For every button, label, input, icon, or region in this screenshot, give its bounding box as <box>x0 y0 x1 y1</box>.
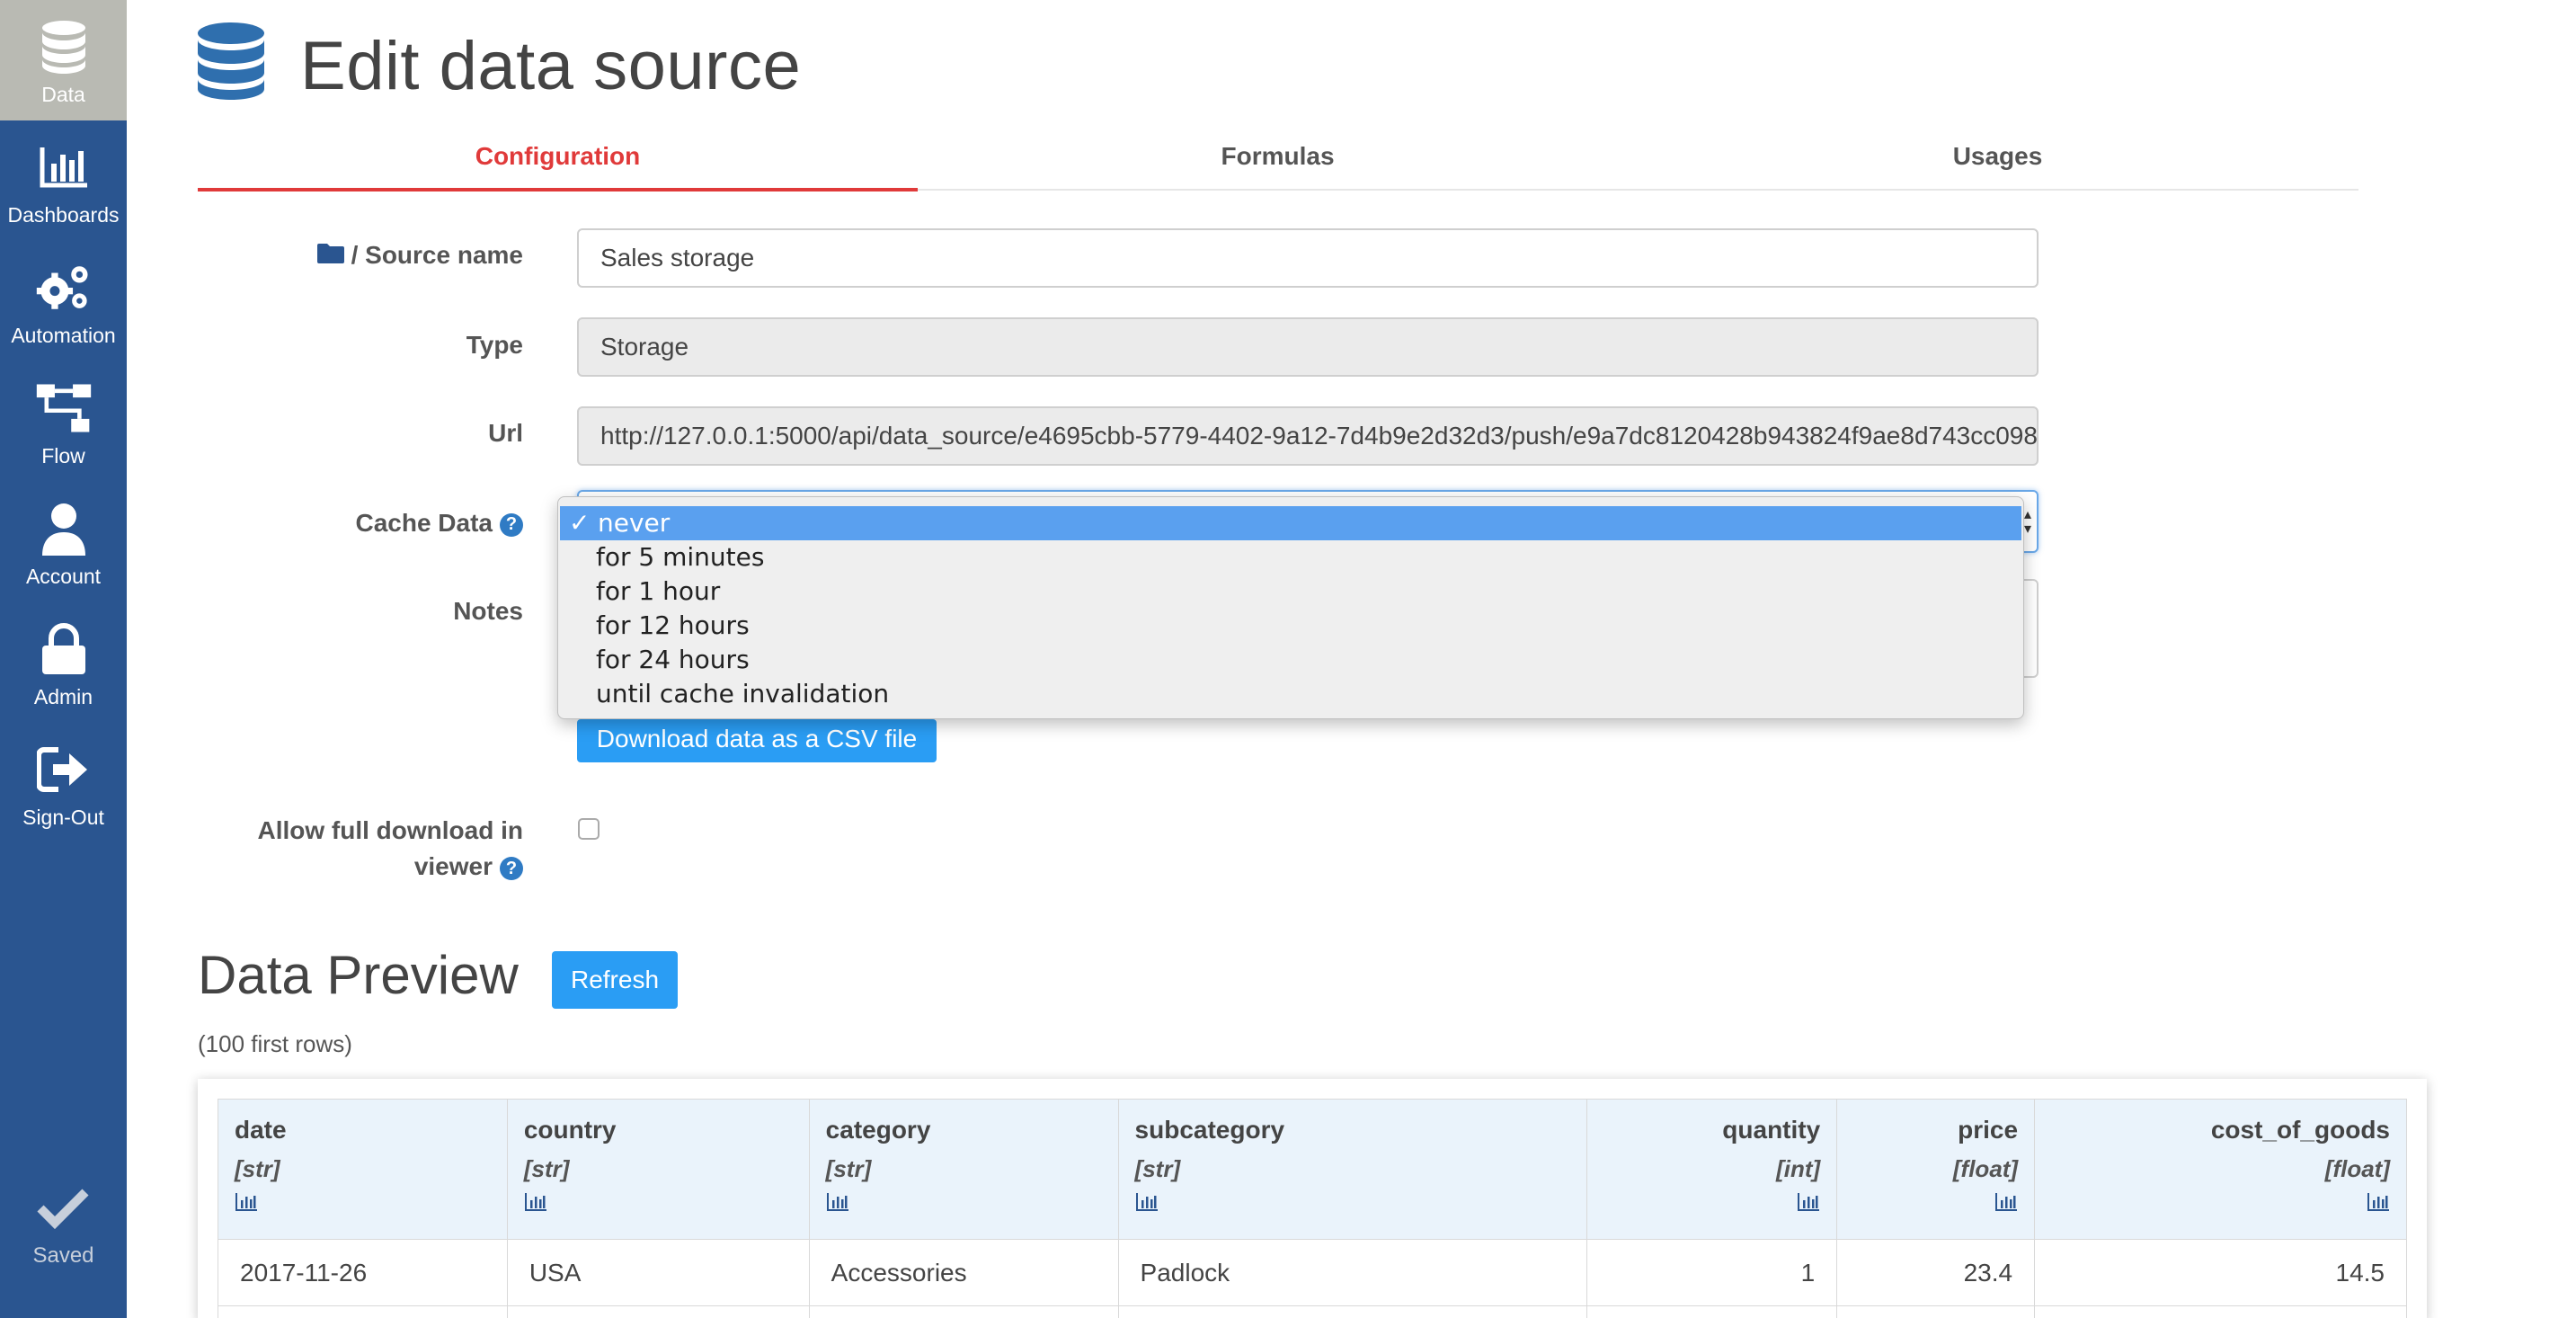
check-icon <box>36 1189 91 1233</box>
database-icon <box>35 18 93 76</box>
data-preview-title: Data Preview <box>198 945 519 1005</box>
tab-configuration[interactable]: Configuration <box>198 126 918 191</box>
dropdown-option[interactable]: for 5 minutes <box>558 540 2023 574</box>
bar-chart-icon[interactable] <box>1994 1192 2018 1212</box>
dropdown-option[interactable]: for 12 hours <box>558 609 2023 643</box>
gears-icon <box>35 259 93 316</box>
dropdown-option[interactable]: for 1 hour <box>558 574 2023 609</box>
download-csv-button[interactable]: Download data as a CSV file <box>577 719 937 762</box>
table-cell <box>1586 1305 1838 1318</box>
table-cell: 2017-11-26 <box>218 1239 508 1306</box>
table-header-row: date [str] country [str] category [str] sub… <box>218 1099 2407 1240</box>
nav-account[interactable]: Account <box>0 482 127 602</box>
column-header: cost_of_goods [float] <box>2034 1099 2407 1240</box>
bar-chart-icon[interactable] <box>2367 1192 2390 1212</box>
data-preview-table: date [str] country [str] category [str] sub… <box>218 1099 2407 1318</box>
nav-label: Sign-Out <box>22 806 104 829</box>
bar-chart-icon[interactable] <box>1797 1192 1820 1212</box>
table-cell <box>808 1305 1119 1318</box>
source-name-input[interactable]: Sales storage <box>577 228 2039 288</box>
nav-flow[interactable]: Flow <box>0 361 127 482</box>
user-icon <box>35 500 93 557</box>
lock-icon <box>35 620 93 678</box>
bar-chart-icon <box>35 138 93 196</box>
column-header: quantity [int] <box>1586 1099 1838 1240</box>
table-row <box>218 1305 2407 1318</box>
check-icon: ✓ <box>569 508 591 538</box>
tab-bar: Configuration Formulas Usages <box>198 126 2358 191</box>
table-cell: Accessories <box>808 1239 1119 1306</box>
database-icon <box>196 22 266 101</box>
nav-sign-out[interactable]: Sign-Out <box>0 723 127 843</box>
select-arrows-icon: ▴ ▾ <box>2023 507 2031 537</box>
column-header: price [float] <box>1836 1099 2036 1240</box>
bar-chart-icon[interactable] <box>1135 1192 1159 1212</box>
bar-chart-icon[interactable] <box>235 1192 258 1212</box>
nav-label: Dashboards <box>7 203 120 227</box>
page-title: Edit data source <box>300 28 802 104</box>
column-header: category [str] <box>808 1099 1119 1240</box>
type-field: Storage <box>577 317 2039 377</box>
tab-formulas[interactable]: Formulas <box>918 126 1638 189</box>
allow-download-label: Allow full download in viewer? <box>257 816 523 880</box>
sidebar: Data Dashboards Automation Flow Account … <box>0 0 127 1318</box>
url-label: Url <box>488 419 523 447</box>
saved-status: Saved <box>0 1187 127 1269</box>
bar-chart-icon[interactable] <box>524 1192 547 1212</box>
data-preview-table-container: date [str] country [str] category [str] sub… <box>198 1079 2427 1318</box>
nav-label: Account <box>25 565 102 588</box>
dropdown-option[interactable]: until cache invalidation <box>558 677 2023 711</box>
table-cell: USA <box>506 1239 810 1306</box>
dropdown-option[interactable]: for 24 hours <box>558 643 2023 677</box>
cache-data-label: Cache Data? <box>355 509 523 538</box>
table-cell <box>1836 1305 2036 1318</box>
nav-label: Automation <box>11 324 116 347</box>
allow-download-checkbox[interactable] <box>578 818 600 840</box>
type-label: Type <box>466 331 523 359</box>
table-cell: Padlock <box>1117 1239 1588 1306</box>
table-cell <box>506 1305 810 1318</box>
nav-dashboards[interactable]: Dashboards <box>0 120 127 241</box>
saved-label: Saved <box>32 1243 94 1268</box>
nav-automation[interactable]: Automation <box>0 241 127 361</box>
table-cell <box>2034 1305 2407 1318</box>
help-icon[interactable]: ? <box>500 856 523 880</box>
table-cell <box>218 1305 508 1318</box>
column-header: date [str] <box>218 1099 508 1240</box>
sitemap-icon <box>35 379 93 437</box>
bar-chart-icon[interactable] <box>826 1192 849 1212</box>
tab-usages[interactable]: Usages <box>1638 126 2358 189</box>
url-field: http://127.0.0.1:5000/api/data_source/e4… <box>577 406 2039 466</box>
table-cell: 23.4 <box>1836 1239 2036 1306</box>
nav-data[interactable]: Data <box>0 0 127 120</box>
source-name-label: / Source name <box>316 241 523 270</box>
table-row: 2017-11-26 USA Accessories Padlock 1 23.… <box>218 1239 2407 1306</box>
nav-label: Data <box>41 83 85 106</box>
nav-label: Flow <box>41 444 85 468</box>
dropdown-option[interactable]: ✓ never <box>560 506 2021 540</box>
data-preview-subtitle: (100 first rows) <box>198 1030 352 1057</box>
table-cell <box>1117 1305 1588 1318</box>
folder-icon <box>316 241 344 269</box>
sign-out-icon <box>35 741 93 798</box>
table-cell: 1 <box>1586 1239 1838 1306</box>
column-header: country [str] <box>506 1099 810 1240</box>
refresh-button[interactable]: Refresh <box>552 951 678 1009</box>
notes-label: Notes <box>453 597 523 625</box>
column-header: subcategory [str] <box>1117 1099 1588 1240</box>
nav-label: Admin <box>33 685 93 708</box>
nav-admin[interactable]: Admin <box>0 602 127 723</box>
help-icon[interactable]: ? <box>500 512 523 537</box>
table-cell: 14.5 <box>2034 1239 2407 1306</box>
cache-data-dropdown: ✓ never for 5 minutes for 1 hour for 12 h… <box>557 496 2024 719</box>
